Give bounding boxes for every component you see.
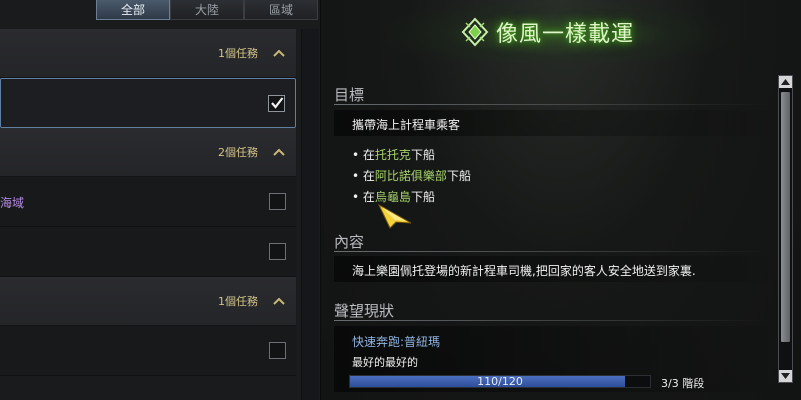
bullet-suffix: 下船	[446, 169, 471, 183]
objective-bullet: • 在托托克下船	[352, 146, 435, 163]
bullet-prefix: 在	[362, 148, 375, 162]
bullet-prefix: 在	[362, 190, 375, 204]
scroll-up-arrow-icon[interactable]	[779, 76, 792, 88]
bullet-dot: •	[352, 148, 363, 162]
location-link[interactable]: 托托克	[375, 148, 411, 162]
quest-row[interactable]	[0, 78, 296, 128]
chevron-up-icon[interactable]	[272, 294, 286, 308]
quest-row[interactable]	[0, 326, 296, 376]
filter-tab-bar: 全部 大陸 區域	[96, 0, 318, 20]
track-checkbox[interactable]	[269, 193, 286, 210]
scroll-thumb[interactable]	[781, 92, 790, 342]
quest-list-panel: 全部 大陸 區域 1個任務 2個任務 海域 1個任務	[0, 0, 320, 400]
section-title-content: 內容	[334, 233, 365, 251]
quest-title-text: 像風一樣載運	[496, 22, 635, 47]
bullet-suffix: 下船	[410, 148, 435, 162]
section-divider	[334, 320, 768, 321]
tab-continent[interactable]: 大陸	[170, 0, 244, 20]
quest-group-count: 1個任務	[218, 295, 258, 308]
bullet-suffix: 下船	[410, 190, 435, 204]
checkmark-icon	[271, 97, 284, 109]
content-description: 海上樂園佩托登場的新計程車司機,把回家的客人安全地送到家裏.	[352, 264, 696, 278]
quest-group-header[interactable]: 1個任務	[0, 277, 296, 326]
quest-title: 像風一樣載運	[460, 14, 634, 50]
track-checkbox[interactable]	[269, 243, 286, 260]
scroll-down-arrow-icon[interactable]	[779, 370, 792, 382]
section-title-objective: 目標	[334, 86, 365, 104]
location-link[interactable]: 烏龜島	[375, 190, 411, 204]
quest-row[interactable]: 海域	[0, 177, 296, 227]
quest-list-scrollbar[interactable]	[301, 29, 319, 400]
reputation-name: 快速奔跑:普紐瑪	[352, 335, 441, 349]
bullet-dot: •	[352, 169, 363, 183]
track-checkbox[interactable]	[269, 342, 286, 359]
bullet-prefix: 在	[362, 169, 375, 183]
quest-group-count: 2個任務	[218, 146, 258, 159]
reputation-stage: 3/3 階段	[661, 377, 705, 390]
quest-row[interactable]	[0, 227, 296, 277]
tab-region[interactable]: 區域	[244, 0, 318, 20]
quest-row-label: 海域	[0, 196, 25, 210]
location-link[interactable]: 阿比諾俱樂部	[375, 169, 447, 183]
objective-summary: 攜帶海上計程車乘客	[352, 118, 461, 132]
chevron-up-icon[interactable]	[272, 46, 286, 60]
tab-all[interactable]: 全部	[96, 0, 170, 20]
quest-group-header[interactable]: 2個任務	[0, 128, 296, 177]
section-divider	[334, 104, 768, 105]
detail-scrollbar[interactable]	[778, 75, 793, 383]
track-checkbox[interactable]	[268, 95, 285, 112]
section-title-reputation: 聲望現狀	[334, 302, 395, 320]
quest-emblem-icon	[461, 17, 489, 47]
quest-list: 1個任務 2個任務 海域 1個任務	[0, 29, 296, 376]
objective-bullet: • 在阿比諾俱樂部下船	[352, 167, 471, 184]
reputation-progress-bar: 110/120	[349, 375, 651, 388]
section-divider	[334, 251, 768, 252]
quest-group-count: 1個任務	[218, 47, 258, 60]
quest-group-header[interactable]: 1個任務	[0, 29, 296, 78]
reputation-progress-text: 110/120	[477, 375, 523, 388]
mouse-cursor-icon	[378, 203, 412, 229]
bullet-dot: •	[352, 190, 363, 204]
chevron-up-icon[interactable]	[272, 145, 286, 159]
reputation-level: 最好的最好的	[352, 356, 418, 369]
